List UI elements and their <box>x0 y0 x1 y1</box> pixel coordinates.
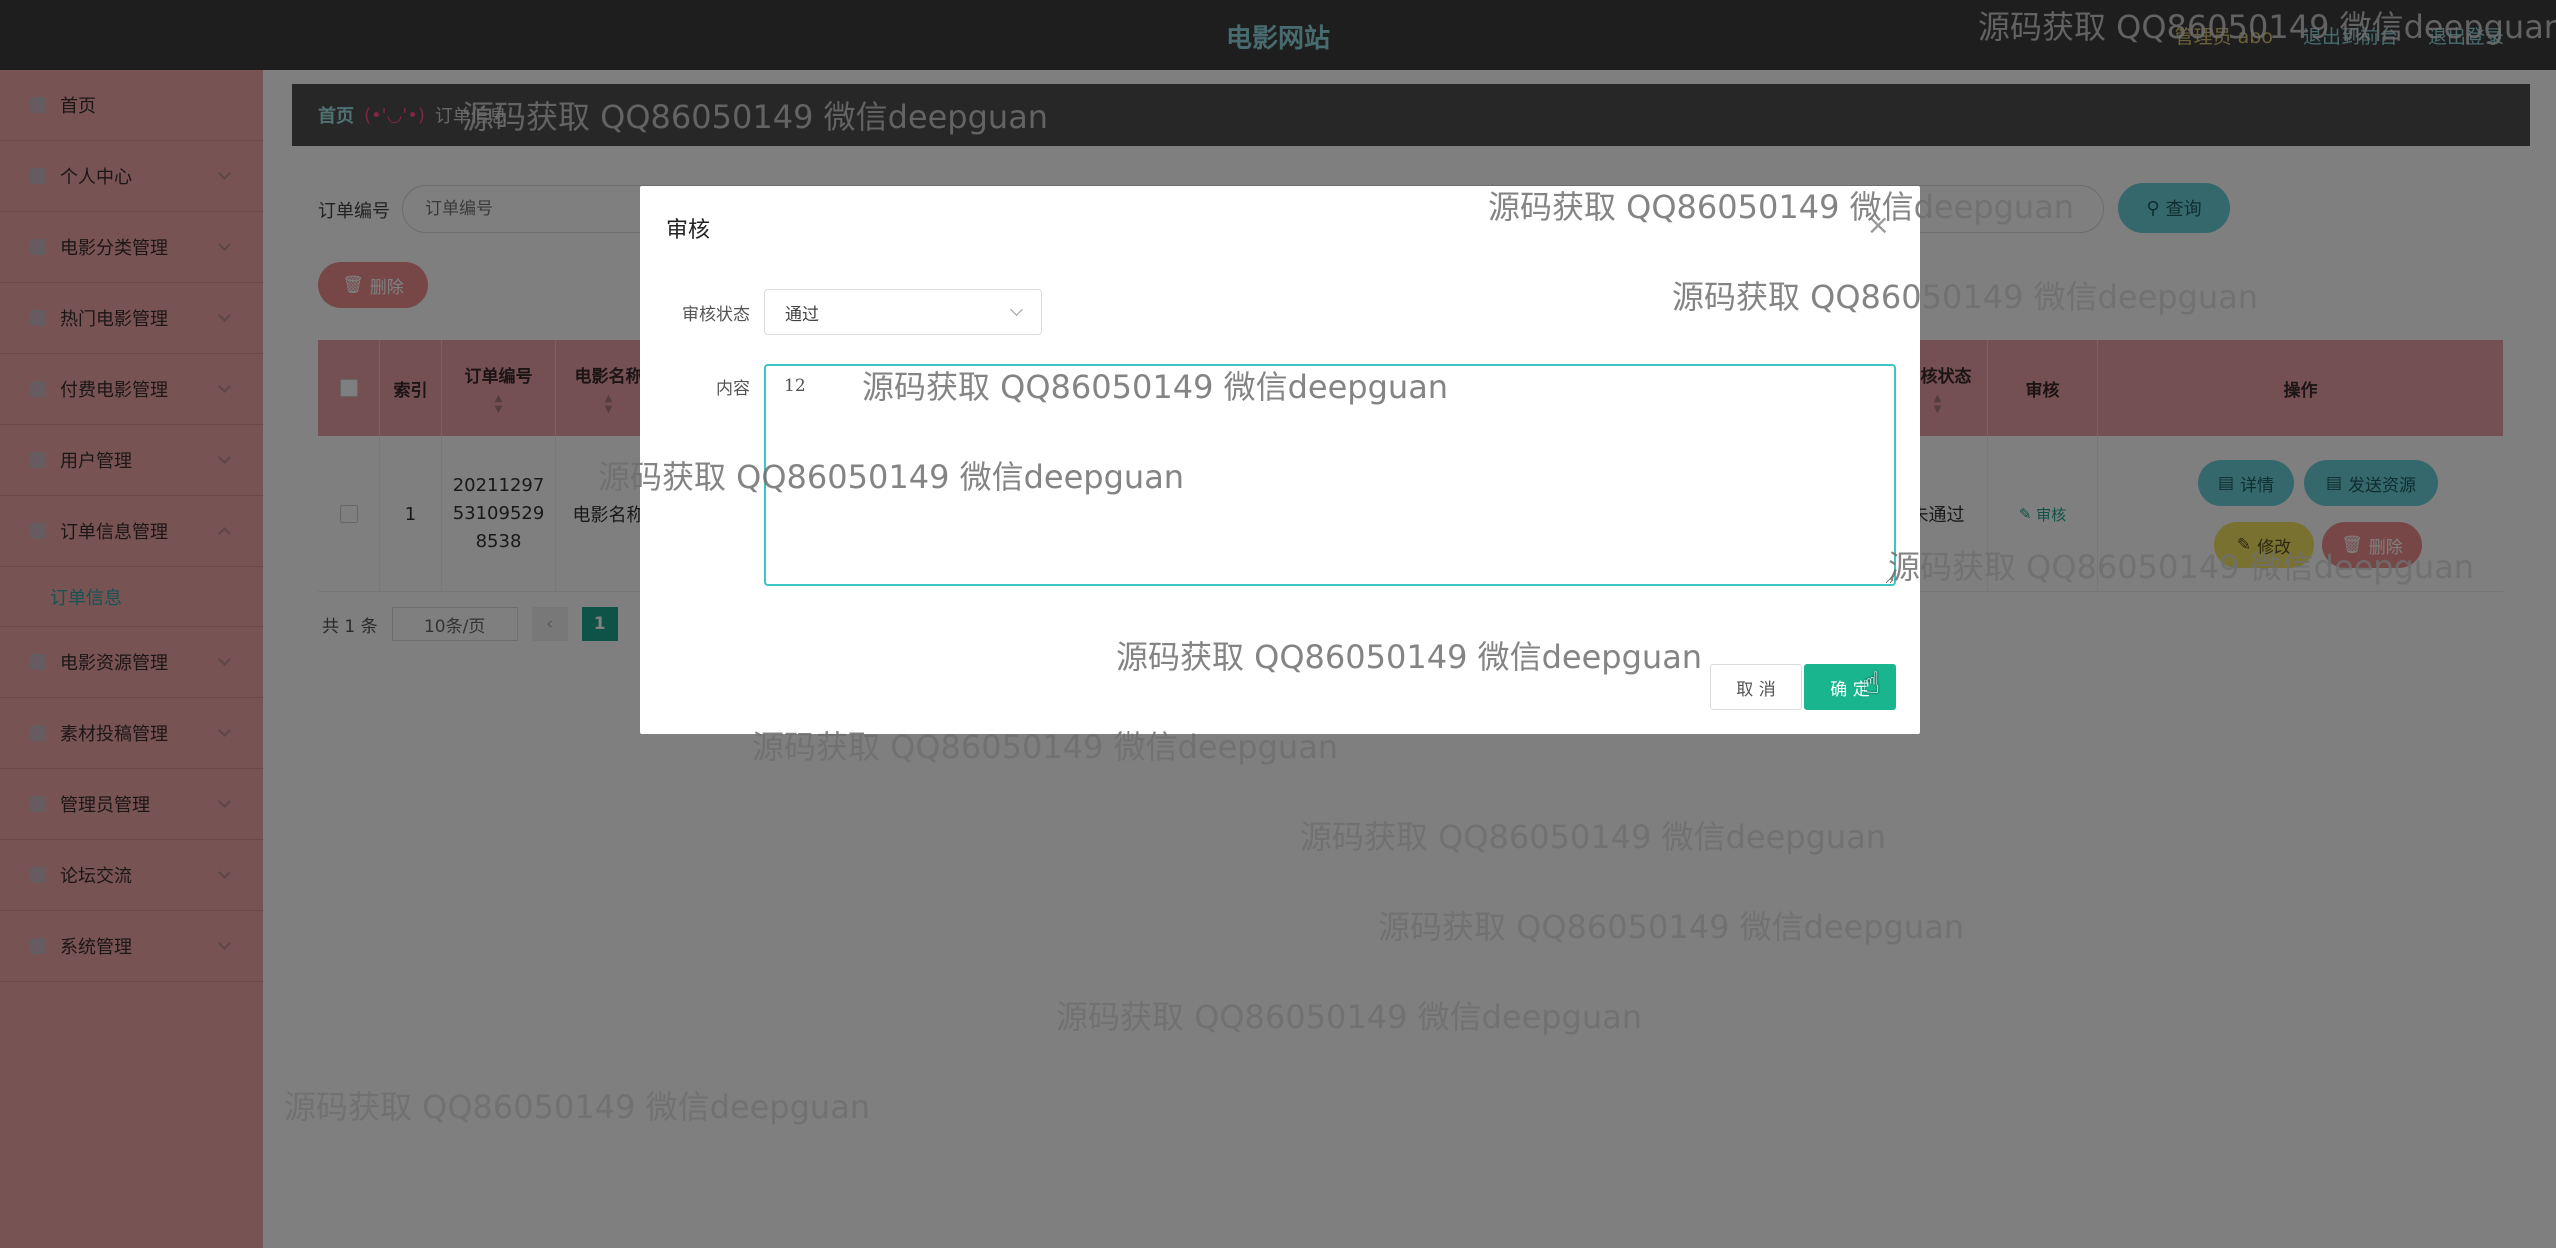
watermark-text: 源码获取 QQ86050149 微信deepguan <box>1488 188 2075 226</box>
chevron-down-icon <box>1010 303 1023 316</box>
watermark-text: 源码获取 QQ86050149 微信deepguan <box>752 728 1339 766</box>
watermark-text: 源码获取 QQ86050149 微信deepguan <box>862 368 1449 406</box>
watermark-text: 源码获取 QQ86050149 微信deepguan <box>284 1088 871 1126</box>
audit-status-value: 通过 <box>785 304 819 325</box>
dialog-title: 审核 <box>666 218 711 243</box>
watermark-text: 源码获取 QQ86050149 微信deepguan <box>1978 8 2556 46</box>
cancel-button[interactable]: 取 消 <box>1710 664 1802 710</box>
watermark-text: 源码获取 QQ86050149 微信deepguan <box>1378 908 1965 946</box>
audit-status-select[interactable]: 通过 <box>764 289 1042 335</box>
watermark-text: 源码获取 QQ86050149 微信deepguan <box>462 98 1049 136</box>
watermark-text: 源码获取 QQ86050149 微信deepguan <box>1300 818 1887 856</box>
watermark-text: 源码获取 QQ86050149 微信deepguan <box>1116 638 1703 676</box>
confirm-button[interactable]: 确 定 <box>1804 664 1896 710</box>
content-label: 内容 <box>716 379 750 399</box>
watermark-text: 源码获取 QQ86050149 微信deepguan <box>1056 998 1643 1036</box>
audit-status-label: 审核状态 <box>682 305 750 325</box>
hand-cursor-icon: ☝ <box>1862 666 1881 701</box>
watermark-text: 源码获取 QQ86050149 微信deepguan <box>1888 548 2475 586</box>
watermark-text: 源码获取 QQ86050149 微信deepguan <box>1672 278 2259 316</box>
watermark-text: 源码获取 QQ86050149 微信deepguan <box>598 458 1185 496</box>
